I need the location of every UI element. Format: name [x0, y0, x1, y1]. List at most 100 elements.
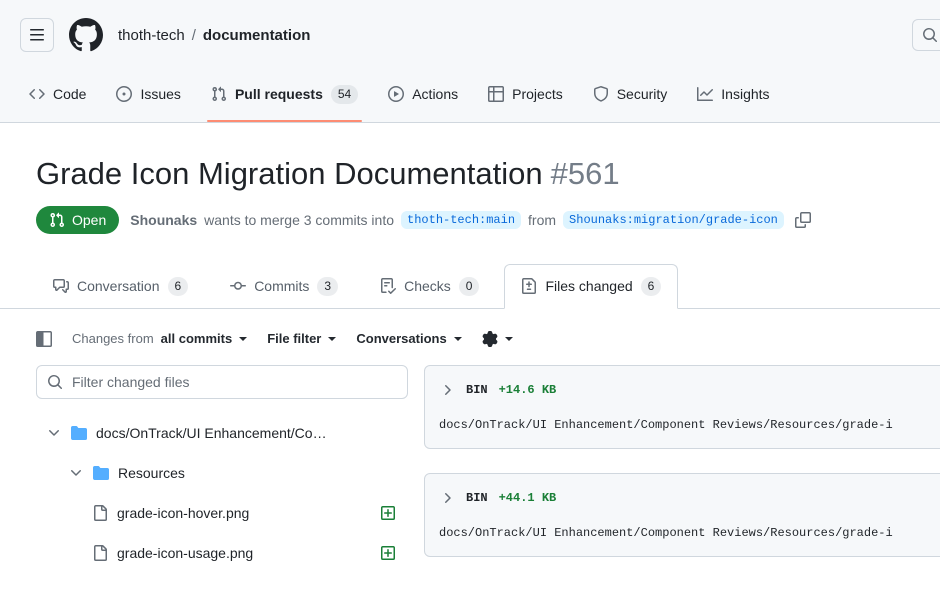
project-table-icon — [488, 86, 504, 102]
diff-file-path[interactable]: docs/OnTrack/UI Enhancement/Component Re… — [439, 526, 940, 540]
breadcrumb-separator: / — [192, 27, 196, 44]
code-icon — [29, 86, 45, 102]
repo-tab-label: Pull requests — [235, 86, 323, 102]
file-tree: docs/OnTrack/UI Enhancement/Co… Resource… — [36, 413, 408, 573]
hamburger-icon — [29, 27, 45, 43]
breadcrumb: thoth-tech / documentation — [118, 27, 310, 44]
pr-from-text: from — [528, 212, 556, 228]
caret-down-icon — [239, 337, 247, 341]
pr-merge-text: wants to merge 3 commits into — [204, 212, 394, 228]
commit-range-dropdown[interactable]: Changes from all commits — [72, 331, 247, 346]
github-logo[interactable] — [69, 18, 103, 52]
github-mark-icon — [69, 18, 103, 52]
repo-tab-code[interactable]: Code — [17, 66, 98, 122]
diff-panel: BIN +14.6 KB docs/OnTrack/UI Enhancement… — [424, 365, 940, 581]
tree-file-row[interactable]: grade-icon-usage.png — [36, 533, 408, 573]
diff-stat-delta: +14.6 KB — [499, 383, 557, 397]
play-icon — [388, 86, 404, 102]
pr-author-link[interactable]: Shounaks — [130, 212, 197, 228]
tree-folder-row[interactable]: Resources — [36, 453, 408, 493]
repo-tab-issues[interactable]: Issues — [104, 66, 192, 122]
pr-header: Grade Icon Migration Documentation#561 O… — [0, 155, 940, 234]
tab-commits[interactable]: Commits 3 — [213, 264, 355, 309]
folder-icon — [71, 425, 87, 441]
copy-icon — [795, 212, 811, 228]
repo-tab-security[interactable]: Security — [581, 66, 680, 122]
repo-tab-actions[interactable]: Actions — [376, 66, 470, 122]
tree-folder-label: Resources — [118, 465, 396, 481]
changes-from-label: Changes from — [72, 331, 154, 346]
chevron-right-icon[interactable] — [439, 382, 455, 398]
global-search-input[interactable] — [912, 19, 940, 51]
file-diff-icon — [521, 278, 537, 294]
repo-tab-label: Code — [53, 86, 86, 102]
copy-branch-button[interactable] — [793, 210, 813, 230]
gear-icon — [482, 331, 498, 347]
file-filter-dropdown[interactable]: File filter — [267, 331, 336, 346]
site-header: thoth-tech / documentation Code Issues P… — [0, 0, 940, 123]
tree-file-row[interactable]: grade-icon-hover.png — [36, 493, 408, 533]
conversations-label: Conversations — [356, 331, 446, 346]
tab-conversation[interactable]: Conversation 6 — [36, 264, 205, 309]
file-tree-toggle-button[interactable] — [36, 331, 52, 347]
file-filter-box — [36, 365, 408, 399]
repo-nav: Code Issues Pull requests 54 Actions Pro… — [0, 66, 940, 122]
pr-page-main: Grade Icon Migration Documentation#561 O… — [0, 155, 940, 581]
graph-icon — [697, 86, 713, 102]
diff-added-icon — [380, 505, 396, 521]
repo-tab-insights[interactable]: Insights — [685, 66, 781, 122]
tab-files-changed[interactable]: Files changed 6 — [504, 264, 678, 309]
files-toolbar: Changes from all commits File filter Con… — [0, 309, 940, 365]
tree-file-label: grade-icon-hover.png — [117, 505, 371, 521]
pr-meta-row: Open Shounaks wants to merge 3 commits i… — [36, 206, 904, 234]
pr-tab-bar: Conversation 6 Commits 3 Checks 0 Files … — [0, 264, 940, 309]
repo-tab-projects[interactable]: Projects — [476, 66, 575, 122]
repo-tab-label: Projects — [512, 86, 563, 102]
folder-icon — [93, 465, 109, 481]
commit-range-value: all commits — [161, 331, 233, 346]
tab-label: Conversation — [77, 278, 160, 294]
sidebar-collapse-icon — [36, 331, 52, 347]
header-top-row: thoth-tech / documentation — [0, 0, 940, 66]
tab-label: Files changed — [545, 278, 632, 294]
checklist-icon — [380, 278, 396, 294]
page-title: Grade Icon Migration Documentation#561 — [36, 155, 904, 194]
diff-stat-prefix: BIN — [466, 491, 488, 505]
file-filter-label: File filter — [267, 331, 321, 346]
files-changed-layout: docs/OnTrack/UI Enhancement/Co… Resource… — [0, 365, 940, 581]
repo-tab-label: Actions — [412, 86, 458, 102]
diff-file-header: BIN +14.6 KB — [439, 382, 940, 398]
pr-number: #561 — [551, 156, 620, 191]
git-pull-request-icon — [211, 86, 227, 102]
repo-tab-label: Insights — [721, 86, 769, 102]
diff-stat-delta: +44.1 KB — [499, 491, 557, 505]
breadcrumb-owner[interactable]: thoth-tech — [118, 27, 185, 44]
pr-state-badge: Open — [36, 206, 119, 234]
tree-folder-row[interactable]: docs/OnTrack/UI Enhancement/Co… — [36, 413, 408, 453]
conversations-dropdown[interactable]: Conversations — [356, 331, 461, 346]
repo-tab-pull-requests[interactable]: Pull requests 54 — [199, 66, 370, 122]
diff-file-path[interactable]: docs/OnTrack/UI Enhancement/Component Re… — [439, 418, 940, 432]
global-nav-menu-button[interactable] — [20, 18, 54, 52]
breadcrumb-repo[interactable]: documentation — [203, 27, 311, 44]
tab-checks[interactable]: Checks 0 — [363, 264, 496, 309]
filter-changed-files-input[interactable] — [72, 374, 397, 390]
diff-file-card: BIN +44.1 KB docs/OnTrack/UI Enhancement… — [424, 473, 940, 557]
issue-opened-icon — [116, 86, 132, 102]
base-branch-label[interactable]: thoth-tech:main — [401, 211, 521, 229]
repo-tab-label: Issues — [140, 86, 180, 102]
file-icon — [92, 545, 108, 561]
chevron-right-icon[interactable] — [439, 490, 455, 506]
caret-down-icon — [505, 337, 513, 341]
pull-requests-count-badge: 54 — [331, 85, 358, 104]
repo-tab-label: Security — [617, 86, 668, 102]
search-icon — [47, 374, 63, 390]
head-branch-label[interactable]: Shounaks:migration/grade-icon — [563, 211, 784, 229]
file-icon — [92, 505, 108, 521]
diff-settings-dropdown[interactable] — [482, 331, 513, 347]
tree-file-label: grade-icon-usage.png — [117, 545, 371, 561]
file-tree-sidebar: docs/OnTrack/UI Enhancement/Co… Resource… — [36, 365, 408, 573]
search-icon — [922, 27, 938, 43]
pr-title-text: Grade Icon Migration Documentation — [36, 156, 543, 191]
caret-down-icon — [328, 337, 336, 341]
